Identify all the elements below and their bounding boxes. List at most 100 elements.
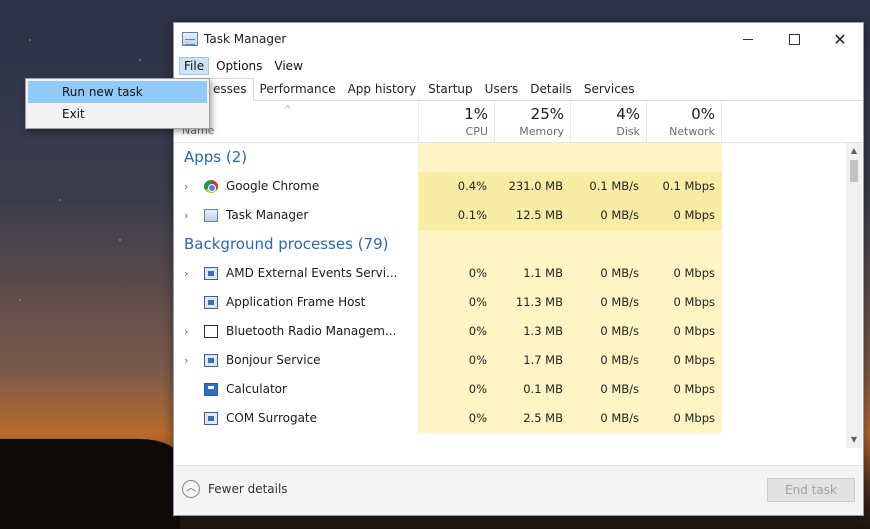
scroll-up-icon[interactable]: ▲ <box>846 143 862 159</box>
expand-chevron-icon[interactable]: › <box>184 317 188 346</box>
table-row[interactable]: COM Surrogate 0% 2.5 MB 0 MB/s 0 Mbps <box>174 404 863 433</box>
column-header-disk[interactable]: 4% Disk <box>570 101 646 143</box>
memory-cell: 1.7 MB <box>494 346 570 375</box>
menu-item-run-new-task[interactable]: Run new task <box>28 81 207 103</box>
service-icon <box>204 354 218 367</box>
scroll-down-icon[interactable]: ▼ <box>846 432 862 448</box>
process-name: Google Chrome <box>226 179 320 193</box>
table-row[interactable]: Application Frame Host 0% 11.3 MB 0 MB/s… <box>174 288 863 317</box>
expand-chevron-icon[interactable]: › <box>184 259 188 288</box>
task-manager-window: Task Manager ✕ File Options View esses P… <box>173 22 864 516</box>
cpu-cell: 0% <box>418 317 494 346</box>
minimize-button[interactable] <box>725 23 771 55</box>
tab-startup[interactable]: Startup <box>422 79 479 100</box>
memory-cell: 12.5 MB <box>494 201 570 230</box>
fewer-details-label: Fewer details <box>208 482 288 496</box>
network-cell: 0 Mbps <box>646 375 722 404</box>
tab-strip: esses Performance App history Startup Us… <box>174 77 863 101</box>
service-icon <box>204 296 218 309</box>
column-header-network[interactable]: 0% Network <box>646 101 722 143</box>
expand-chevron-icon[interactable]: › <box>184 346 188 375</box>
table-row[interactable]: › Bluetooth Radio Managem... 0% 1.3 MB 0… <box>174 317 863 346</box>
disk-cell: 0 MB/s <box>570 259 646 288</box>
service-icon <box>204 267 218 280</box>
disk-cell: 0.1 MB/s <box>570 172 646 201</box>
cpu-cell: 0% <box>418 375 494 404</box>
cpu-label: CPU <box>465 125 488 138</box>
disk-label: Disk <box>616 125 640 138</box>
cpu-cell: 0.1% <box>418 201 494 230</box>
tab-services[interactable]: Services <box>578 79 641 100</box>
tab-users[interactable]: Users <box>479 79 525 100</box>
task-manager-app-icon <box>182 32 198 46</box>
table-row[interactable]: › Task Manager 0.1% 12.5 MB 0 MB/s 0 Mbp… <box>174 201 863 230</box>
network-cell: 0 Mbps <box>646 201 722 230</box>
service-icon <box>204 412 218 425</box>
tab-details[interactable]: Details <box>524 79 578 100</box>
process-name: COM Surrogate <box>226 411 318 425</box>
group-row-background[interactable]: Background processes (79) <box>174 230 863 259</box>
footer-bar: ︿ Fewer details End task <box>174 465 863 515</box>
fewer-details-button[interactable]: ︿ Fewer details <box>182 480 288 498</box>
memory-cell: 2.5 MB <box>494 404 570 433</box>
network-label: Network <box>669 125 715 138</box>
disk-cell: 0 MB/s <box>570 346 646 375</box>
network-cell: 0.1 Mbps <box>646 172 722 201</box>
end-task-button[interactable]: End task <box>767 478 855 502</box>
tab-app-history[interactable]: App history <box>342 79 423 100</box>
network-cell: 0 Mbps <box>646 288 722 317</box>
group-title-apps: Apps (2) <box>184 148 248 166</box>
cpu-total: 1% <box>464 105 488 123</box>
group-row-apps[interactable]: Apps (2) <box>174 143 863 172</box>
memory-label: Memory <box>519 125 564 138</box>
network-cell: 0 Mbps <box>646 404 722 433</box>
memory-total: 25% <box>530 105 564 123</box>
process-name: Bluetooth Radio Managem... <box>226 324 397 338</box>
menu-view[interactable]: View <box>269 57 307 75</box>
process-name: Application Frame Host <box>226 295 366 309</box>
task-manager-icon <box>204 209 218 222</box>
file-menu-dropdown: Run new task Exit <box>25 78 210 129</box>
sort-caret-icon: ^ <box>284 105 292 115</box>
cpu-cell: 0% <box>418 346 494 375</box>
expand-chevron-icon[interactable]: › <box>184 172 188 201</box>
table-row[interactable]: › Google Chrome 0.4% 231.0 MB 0.1 MB/s 0… <box>174 172 863 201</box>
disk-cell: 0 MB/s <box>570 201 646 230</box>
cpu-cell: 0% <box>418 288 494 317</box>
table-row[interactable]: › Bonjour Service 0% 1.7 MB 0 MB/s 0 Mbp… <box>174 346 863 375</box>
column-header-memory[interactable]: 25% Memory <box>494 101 570 143</box>
calculator-icon <box>204 383 218 396</box>
expand-chevron-icon[interactable]: › <box>184 201 188 230</box>
disk-cell: 0 MB/s <box>570 404 646 433</box>
title-bar[interactable]: Task Manager ✕ <box>174 23 863 55</box>
table-row[interactable]: › AMD External Events Servi... 0% 1.1 MB… <box>174 259 863 288</box>
vertical-scrollbar[interactable]: ▲ ▼ <box>846 143 862 448</box>
memory-cell: 11.3 MB <box>494 288 570 317</box>
process-name: Calculator <box>226 382 287 396</box>
network-cell: 0 Mbps <box>646 317 722 346</box>
window-icon <box>204 325 218 338</box>
tab-performance[interactable]: Performance <box>254 79 342 100</box>
network-cell: 0 Mbps <box>646 346 722 375</box>
memory-cell: 1.1 MB <box>494 259 570 288</box>
scrollbar-thumb[interactable] <box>850 160 858 182</box>
network-total: 0% <box>691 105 715 123</box>
window-controls: ✕ <box>725 23 863 55</box>
chrome-icon <box>204 180 218 193</box>
menu-options[interactable]: Options <box>211 57 267 75</box>
memory-cell: 231.0 MB <box>494 172 570 201</box>
window-title: Task Manager <box>204 32 287 46</box>
menu-item-exit[interactable]: Exit <box>28 103 207 125</box>
chevron-up-icon: ︿ <box>182 480 200 498</box>
menu-file[interactable]: File <box>179 57 210 75</box>
disk-cell: 0 MB/s <box>570 375 646 404</box>
column-header-cpu[interactable]: 1% CPU <box>418 101 494 143</box>
menu-bar: File Options View <box>174 55 863 77</box>
table-row[interactable]: Calculator 0% 0.1 MB 0 MB/s 0 Mbps <box>174 375 863 404</box>
maximize-button[interactable] <box>771 23 817 55</box>
close-button[interactable]: ✕ <box>817 23 863 55</box>
wallpaper-silhouette <box>0 439 180 529</box>
process-name: AMD External Events Servi... <box>226 266 398 280</box>
cpu-cell: 0% <box>418 259 494 288</box>
process-name: Bonjour Service <box>226 353 321 367</box>
